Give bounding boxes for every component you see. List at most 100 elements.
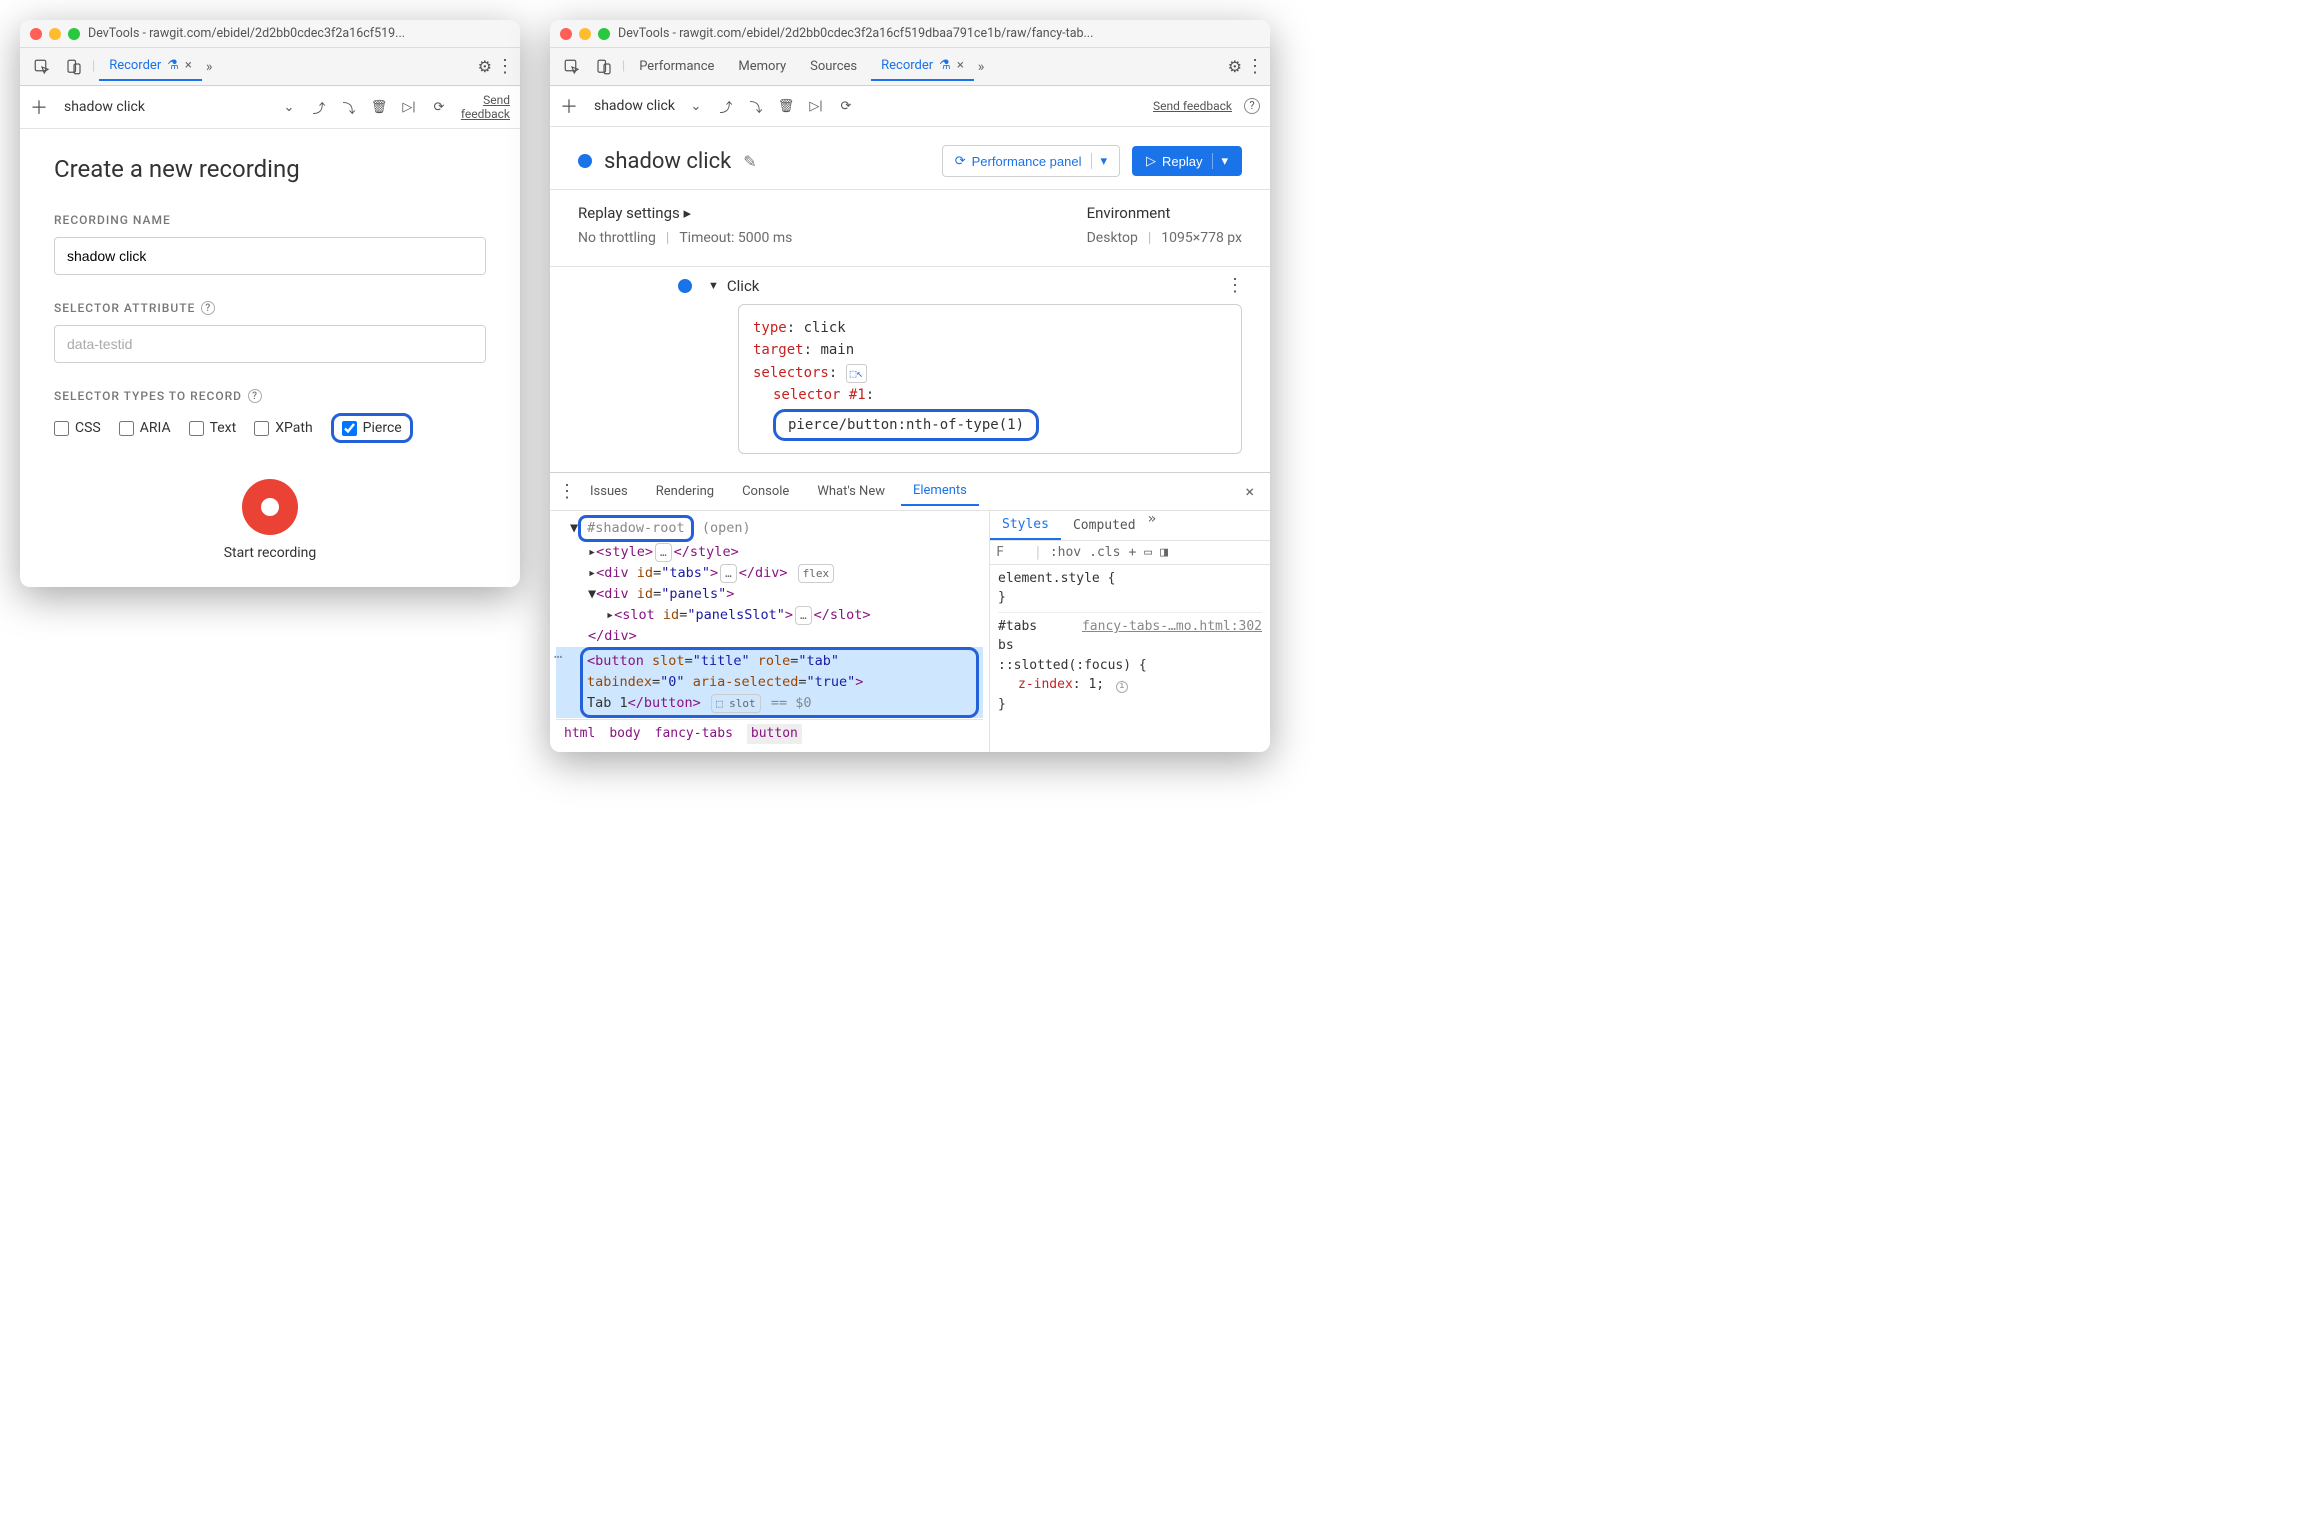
- device-value: Desktop: [1087, 230, 1138, 246]
- import-icon[interactable]: ⤵: [340, 98, 358, 117]
- tab-recorder[interactable]: Recorder ⚗ ×: [871, 52, 974, 81]
- dom-tree[interactable]: ▼#shadow-root (open) ▸<style>…</style> ▸…: [550, 511, 990, 752]
- checkbox-text[interactable]: Text: [189, 420, 237, 436]
- close-icon[interactable]: [560, 28, 572, 40]
- recording-title: shadow click: [604, 149, 731, 174]
- shadow-root-node[interactable]: #shadow-root: [578, 515, 694, 542]
- more-tabs-icon[interactable]: »: [978, 59, 985, 75]
- kebab-icon[interactable]: ⋮: [496, 56, 512, 77]
- close-tab-icon[interactable]: ×: [957, 58, 964, 73]
- close-tab-icon[interactable]: ×: [185, 58, 192, 73]
- checkbox-xpath[interactable]: XPath: [254, 420, 312, 436]
- speed-icon[interactable]: ⟳: [430, 100, 448, 115]
- zoom-icon[interactable]: [68, 28, 80, 40]
- gear-icon[interactable]: ⚙: [1228, 57, 1242, 76]
- tab-rendering[interactable]: Rendering: [644, 478, 726, 505]
- recording-name-input[interactable]: [54, 237, 486, 275]
- styles-panel: Styles Computed » | :hov .cls + ▭ ◨ elem…: [990, 511, 1270, 752]
- selector-attribute-label: SELECTOR ATTRIBUTE ?: [54, 301, 486, 315]
- styles-filter-input[interactable]: [996, 545, 1026, 560]
- replay-settings-header[interactable]: Replay settings ▸: [578, 204, 792, 222]
- new-recording-icon[interactable]: ＋: [30, 94, 48, 120]
- selected-dom-node[interactable]: ⋯ <button slot="title" role="tab" tabind…: [556, 647, 983, 718]
- chevron-down-icon[interactable]: ▾: [1091, 153, 1107, 169]
- page-title: Create a new recording: [54, 155, 486, 183]
- environment-header: Environment: [1087, 204, 1242, 222]
- tab-sources[interactable]: Sources: [800, 53, 867, 80]
- chevron-down-icon[interactable]: ▾: [1212, 153, 1228, 169]
- speed-icon[interactable]: ⟳: [837, 99, 855, 114]
- selector-value[interactable]: pierce/button:nth-of-type(1): [773, 409, 1039, 441]
- tab-elements[interactable]: Elements: [901, 477, 979, 506]
- cls-toggle[interactable]: .cls: [1089, 545, 1120, 560]
- selector-attribute-input[interactable]: [54, 325, 486, 363]
- inspect-icon[interactable]: [558, 53, 586, 81]
- checkbox-aria[interactable]: ARIA: [119, 420, 171, 436]
- send-feedback-link[interactable]: Send feedback: [1153, 99, 1232, 113]
- export-icon[interactable]: ⤴: [310, 98, 328, 117]
- gear-icon[interactable]: ⚙: [478, 57, 492, 76]
- help-icon[interactable]: ?: [248, 389, 262, 403]
- new-recording-icon[interactable]: ＋: [560, 93, 578, 119]
- step-icon[interactable]: ▷|: [807, 99, 825, 114]
- device-icon[interactable]: [60, 53, 88, 81]
- export-icon[interactable]: ⤴: [717, 97, 735, 116]
- tab-issues[interactable]: Issues: [578, 478, 640, 505]
- step-menu-icon[interactable]: ⋮: [1226, 275, 1242, 296]
- zoom-icon[interactable]: [598, 28, 610, 40]
- element-picker-icon[interactable]: ⬚↖: [846, 364, 867, 384]
- device-icon[interactable]: [590, 53, 618, 81]
- checkbox-css[interactable]: CSS: [54, 420, 101, 436]
- tab-performance[interactable]: Performance: [629, 53, 724, 80]
- dom-breadcrumbs[interactable]: html body fancy-tabs button: [556, 719, 983, 748]
- minimize-icon[interactable]: [49, 28, 61, 40]
- hov-toggle[interactable]: :hov: [1050, 545, 1081, 560]
- window-title: DevTools - rawgit.com/ebidel/2d2bb0cdec3…: [618, 26, 1260, 41]
- info-icon[interactable]: i: [1116, 681, 1128, 693]
- devtools-window-right: DevTools - rawgit.com/ebidel/2d2bb0cdec3…: [550, 20, 1270, 752]
- reveal-slot-icon[interactable]: ⬚ slot: [711, 694, 761, 713]
- new-rule-icon[interactable]: +: [1128, 545, 1136, 560]
- send-feedback-link[interactable]: Send feedback: [460, 93, 510, 121]
- recording-name-display: shadow click: [64, 99, 145, 115]
- import-icon[interactable]: ⤵: [747, 97, 765, 116]
- edit-icon[interactable]: ✎: [743, 152, 756, 171]
- minimize-icon[interactable]: [579, 28, 591, 40]
- chevron-down-icon[interactable]: ⌄: [687, 99, 705, 114]
- titlebar: DevTools - rawgit.com/ebidel/2d2bb0cdec3…: [20, 20, 520, 48]
- flask-icon: ⚗: [939, 58, 951, 73]
- computed-styles-icon[interactable]: ▭: [1144, 545, 1152, 560]
- trash-icon[interactable]: 🗑: [777, 99, 795, 114]
- step-icon[interactable]: ▷|: [400, 100, 418, 115]
- close-icon[interactable]: [30, 28, 42, 40]
- trash-icon[interactable]: 🗑: [370, 100, 388, 115]
- close-drawer-icon[interactable]: ×: [1237, 478, 1262, 505]
- rule-source-link[interactable]: fancy-tabs-…mo.html:302: [1082, 617, 1262, 637]
- window-title: DevTools - rawgit.com/ebidel/2d2bb0cdec3…: [88, 26, 510, 41]
- sidebar-toggle-icon[interactable]: ◨: [1160, 545, 1168, 560]
- kebab-icon[interactable]: ⋮: [1246, 56, 1262, 77]
- tab-computed[interactable]: Computed: [1061, 511, 1148, 540]
- tab-recorder[interactable]: Recorder ⚗ ×: [99, 52, 202, 81]
- checkbox-pierce[interactable]: Pierce: [342, 420, 402, 436]
- tab-memory[interactable]: Memory: [728, 53, 796, 80]
- throttling-value: No throttling: [578, 230, 656, 246]
- step-name[interactable]: Click: [727, 277, 760, 295]
- inspect-icon[interactable]: [28, 53, 56, 81]
- help-icon[interactable]: ?: [1244, 98, 1260, 114]
- replay-button[interactable]: ▷ Replay ▾: [1132, 146, 1242, 176]
- collapse-icon[interactable]: ▼: [708, 279, 719, 292]
- drawer-menu-icon[interactable]: ⋮: [558, 481, 574, 502]
- more-tabs-icon[interactable]: »: [206, 59, 213, 75]
- tab-styles[interactable]: Styles: [990, 511, 1061, 540]
- start-recording-label: Start recording: [54, 545, 486, 561]
- more-tabs-icon[interactable]: »: [1148, 511, 1156, 540]
- step-details-card: type: click target: main selectors: ⬚↖ s…: [738, 304, 1242, 454]
- start-recording-button[interactable]: [242, 479, 298, 535]
- chevron-down-icon[interactable]: ⌄: [280, 100, 298, 115]
- help-icon[interactable]: ?: [201, 301, 215, 315]
- recording-name-label: RECORDING NAME: [54, 213, 486, 227]
- tab-console[interactable]: Console: [730, 478, 801, 505]
- performance-panel-button[interactable]: ⟳ Performance panel ▾: [942, 145, 1120, 177]
- tab-whatsnew[interactable]: What's New: [805, 478, 897, 505]
